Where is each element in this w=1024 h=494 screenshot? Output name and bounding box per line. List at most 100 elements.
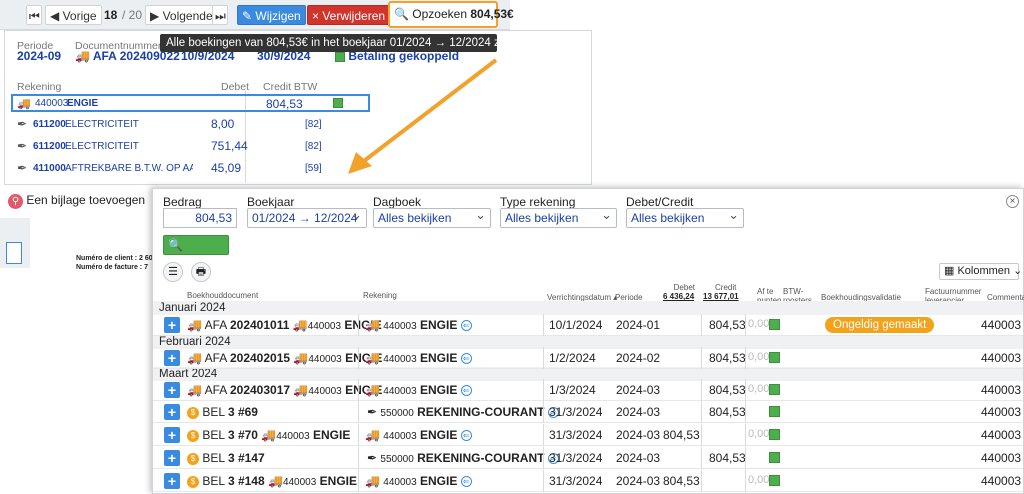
debet-total: 6 436,24	[663, 292, 695, 301]
info-icon[interactable]: ⇐	[460, 385, 472, 397]
expand-button[interactable]: +	[164, 427, 180, 443]
previous-button[interactable]: ◀ Vorige	[45, 5, 102, 25]
info-icon[interactable]: ⇐	[460, 353, 472, 365]
boekjaar-select[interactable]: 01/2024 → 12/2024	[247, 206, 367, 228]
expand-button[interactable]: +	[164, 450, 180, 466]
info-icon[interactable]: ⇐	[460, 320, 472, 332]
search-panel: × Bedrag Boekjaar 01/2024 → 12/2024 Dagb…	[152, 188, 1024, 494]
account-code: 550000	[380, 408, 414, 419]
next-button[interactable]: ▶ Volgende	[145, 5, 218, 25]
expand-button[interactable]: +	[164, 382, 180, 398]
info-icon[interactable]: ⇐	[460, 430, 472, 442]
print-icon[interactable]: 🖶	[191, 262, 211, 282]
period-cell: 2024-03	[616, 428, 661, 442]
account-code: 440003	[383, 321, 417, 332]
dagboek-select[interactable]: Alles bekijken	[373, 206, 491, 228]
line-name: ENGIE	[67, 98, 99, 109]
credit-total: 13 677,01	[703, 292, 739, 301]
table-row[interactable]: + $ BEL 3 #69 ✒ 550000 REKENING-COURANT ⇐ 3…	[153, 401, 1023, 423]
expand-button[interactable]: +	[164, 350, 180, 366]
columns-button[interactable]: ▦ Kolommen ⌄	[939, 263, 1022, 280]
doc-type: AFA	[204, 351, 227, 365]
period-cell: 2024-03	[616, 474, 661, 488]
doc-number[interactable]: 202402015	[230, 351, 290, 365]
expand-button[interactable]: +	[164, 473, 180, 489]
bedrag-label: Bedrag	[163, 195, 202, 209]
account-code: 440003	[383, 354, 417, 365]
opzoeken-button[interactable]: 🔍 Opzoeken	[163, 235, 229, 270]
afte-cell: 0,00	[748, 474, 770, 486]
doc-number[interactable]: 202401011	[230, 318, 289, 332]
btw-ok-icon	[769, 452, 780, 463]
credit-cell: 804,53	[709, 351, 746, 365]
table-row[interactable]: + $ BEL 3 #148 🚚440003 ENGIE 🚚 440003 ENGI…	[153, 470, 1023, 492]
account-name[interactable]: ENGIE	[420, 351, 457, 365]
comment-cell: 440003	[981, 405, 1022, 419]
date-cell: 31/3/2024	[549, 428, 603, 442]
journal-line[interactable]: ✒ 611200 ELECTRICITEIT 8,00 [82]	[11, 113, 371, 135]
col-rekening[interactable]: Rekening	[363, 291, 397, 300]
period-cell: 2024-01	[616, 318, 661, 332]
table-row[interactable]: + 🚚 AFA 202403017 🚚440003 ENGIE 🚚 440003 E…	[153, 379, 1023, 401]
account-name[interactable]: REKENING-COURANT	[417, 405, 544, 419]
doc-type: BEL	[202, 474, 225, 488]
expand-button[interactable]: +	[164, 317, 180, 333]
last-record-button[interactable]: ⏭	[212, 5, 228, 25]
menu-icon[interactable]: ☰	[163, 262, 183, 282]
afte-cell: 0,00	[748, 383, 770, 395]
doc-number[interactable]: 3 #69	[228, 405, 258, 419]
btw-ok-icon	[769, 319, 780, 330]
account-code: 440003	[383, 431, 417, 442]
add-attachment-link[interactable]: ⚲ Een bijlage toevoegen	[8, 193, 145, 209]
truck-icon: 🚚	[365, 474, 380, 488]
delete-button[interactable]: × Verwijderen	[307, 5, 391, 25]
table-row[interactable]: + 🚚 AFA 202401011 🚚440003 ENGIE 🚚 440003 E…	[153, 314, 1023, 336]
table-row[interactable]: + $ BEL 3 #70 🚚440003 ENGIE 🚚 440003 ENGIE…	[153, 424, 1023, 446]
doc-type: AFA	[204, 383, 227, 397]
edit-button[interactable]: ✎ Wijzigen	[237, 5, 306, 25]
search-label: Opzoeken	[412, 7, 467, 21]
page-thumbnail[interactable]	[6, 242, 22, 264]
account-name[interactable]: ENGIE	[420, 383, 457, 397]
bedrag-input[interactable]	[163, 208, 237, 228]
doc-number[interactable]: 3 #148	[228, 474, 265, 488]
period-value: 2024-09	[17, 49, 62, 63]
truck-icon: 🚚	[365, 428, 380, 442]
col-debet[interactable]: Debet	[673, 283, 695, 292]
doc-number[interactable]: 3 #70	[228, 428, 258, 442]
line-code: 440003	[35, 98, 69, 109]
truck-icon: 🚚	[187, 351, 202, 365]
search-amount-button[interactable]: 🔍 Opzoeken 804,53€	[388, 1, 514, 28]
doc-number[interactable]: 202403017	[230, 383, 290, 397]
journal-line[interactable]: ✒ 611200 ELECTRICITEIT 751,44 [82]	[11, 135, 371, 157]
truck-icon: 🚚	[17, 98, 31, 110]
truck-icon: 🚚	[365, 383, 380, 397]
type-select[interactable]: Alles bekijken	[500, 206, 617, 228]
expand-button[interactable]: +	[164, 404, 180, 420]
comment-cell: 440003	[981, 351, 1022, 365]
table-row[interactable]: + 🚚 AFA 202402015 🚚440003 ENGIE 🚚 440003 E…	[153, 347, 1023, 369]
journal-line[interactable]: ✒ 411000 AFTREKBARE B.T.W. OP AANKOF 45,…	[11, 157, 371, 179]
bank-icon: $	[187, 452, 199, 465]
search-amount: 804,53€	[470, 7, 514, 21]
date-cell: 1/3/2024	[549, 383, 596, 397]
account-name[interactable]: ENGIE	[420, 428, 457, 442]
col-doc[interactable]: Boekhouddocument	[187, 291, 258, 300]
account-name[interactable]: ENGIE	[420, 474, 457, 488]
period-cell: 2024-03	[616, 405, 661, 419]
date-cell: 31/3/2024	[549, 474, 603, 488]
doc-type: BEL	[202, 451, 225, 465]
close-icon[interactable]: ×	[1006, 195, 1019, 208]
first-record-button[interactable]: ⏮	[26, 5, 42, 25]
col-account: Rekening	[17, 81, 62, 93]
account-name[interactable]: ENGIE	[420, 318, 457, 332]
doc-number[interactable]: 3 #147	[228, 451, 265, 465]
debet-credit-select[interactable]: Alles bekijken	[626, 206, 744, 228]
selected-line[interactable]: 🚚 440003 ENGIE 804,53	[11, 94, 370, 112]
doc-type: AFA	[204, 318, 227, 332]
table-row[interactable]: + $ BEL 3 #147 ✒ 550000 REKENING-COURANT ⇐…	[153, 447, 1023, 469]
col-credit[interactable]: Credit	[715, 283, 736, 292]
btw-ok-icon	[769, 475, 780, 486]
info-icon[interactable]: ⇐	[460, 476, 472, 488]
account-name[interactable]: REKENING-COURANT	[417, 451, 544, 465]
